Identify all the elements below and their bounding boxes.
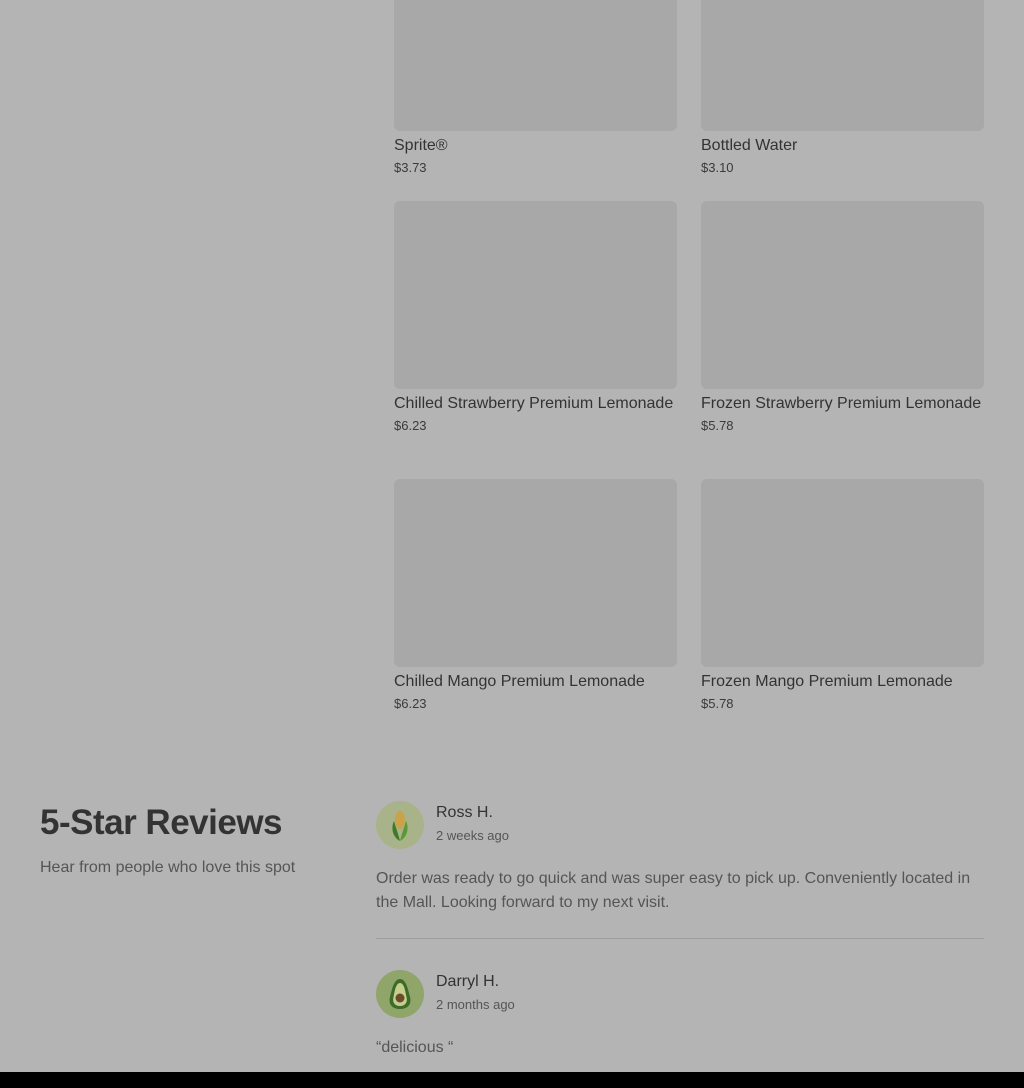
menu-item-card[interactable]: Frozen Strawberry Premium Lemonade $5.78 [701, 201, 984, 435]
review-header: Ross H. 2 weeks ago [376, 801, 984, 849]
menu-item-card[interactable]: Sprite® $3.73 [394, 0, 677, 177]
avocado-icon [389, 979, 411, 1009]
menu-item-card[interactable]: Bottled Water $3.10 [701, 0, 984, 177]
bottom-bar [0, 1072, 1024, 1088]
reviews-title: 5-Star Reviews [40, 803, 283, 842]
menu-item-image[interactable] [394, 201, 677, 389]
review-meta: Ross H. 2 weeks ago [436, 801, 509, 845]
menu-item-card[interactable]: Frozen Mango Premium Lemonade $5.78 [701, 479, 984, 713]
review-date: 2 months ago [436, 997, 515, 1012]
menu-item-image[interactable] [701, 0, 984, 131]
review-item: Ross H. 2 weeks ago Order was ready to g… [376, 801, 984, 915]
menu-item-price: $6.23 [394, 696, 427, 711]
menu-item-name[interactable]: Chilled Mango Premium Lemonade [394, 672, 677, 692]
menu-item-name[interactable]: Bottled Water [701, 136, 984, 156]
reviews-list: Ross H. 2 weeks ago Order was ready to g… [376, 801, 984, 1060]
avatar [376, 801, 424, 849]
reviews-header: 5-Star Reviews Hear from people who love… [40, 801, 360, 879]
menu-item-name[interactable]: Frozen Mango Premium Lemonade [701, 672, 984, 692]
menu-item-price: $5.78 [701, 418, 734, 433]
menu-item-price: $3.73 [394, 160, 427, 175]
review-author: Darryl H. [436, 973, 500, 990]
corn-icon [392, 811, 408, 841]
review-header: Darryl H. 2 months ago [376, 970, 984, 1018]
menu-item-card[interactable]: Chilled Mango Premium Lemonade $6.23 [394, 479, 677, 713]
review-meta: Darryl H. 2 months ago [436, 970, 515, 1014]
menu-item-name[interactable]: Sprite® [394, 136, 677, 156]
menu-item-name[interactable]: Chilled Strawberry Premium Lemonade [394, 394, 677, 414]
review-author: Ross H. [436, 804, 493, 821]
menu-item-price: $6.23 [394, 418, 427, 433]
reviews-subtitle: Hear from people who love this spot [40, 859, 296, 876]
review-text: “delicious “ [376, 1039, 454, 1056]
review-date: 2 weeks ago [436, 828, 509, 843]
menu-item-image[interactable] [394, 479, 677, 667]
review-divider [376, 938, 984, 939]
menu-item-card[interactable]: Chilled Strawberry Premium Lemonade $6.2… [394, 201, 677, 435]
menu-item-name[interactable]: Frozen Strawberry Premium Lemonade [701, 394, 984, 414]
menu-item-image[interactable] [701, 479, 984, 667]
menu-item-image[interactable] [701, 201, 984, 389]
review-text: Order was ready to go quick and was supe… [376, 870, 971, 911]
menu-item-price: $5.78 [701, 696, 734, 711]
menu-item-image[interactable] [394, 0, 677, 131]
avatar [376, 970, 424, 1018]
review-item: Darryl H. 2 months ago “delicious “ [376, 970, 984, 1060]
menu-item-price: $3.10 [701, 160, 734, 175]
